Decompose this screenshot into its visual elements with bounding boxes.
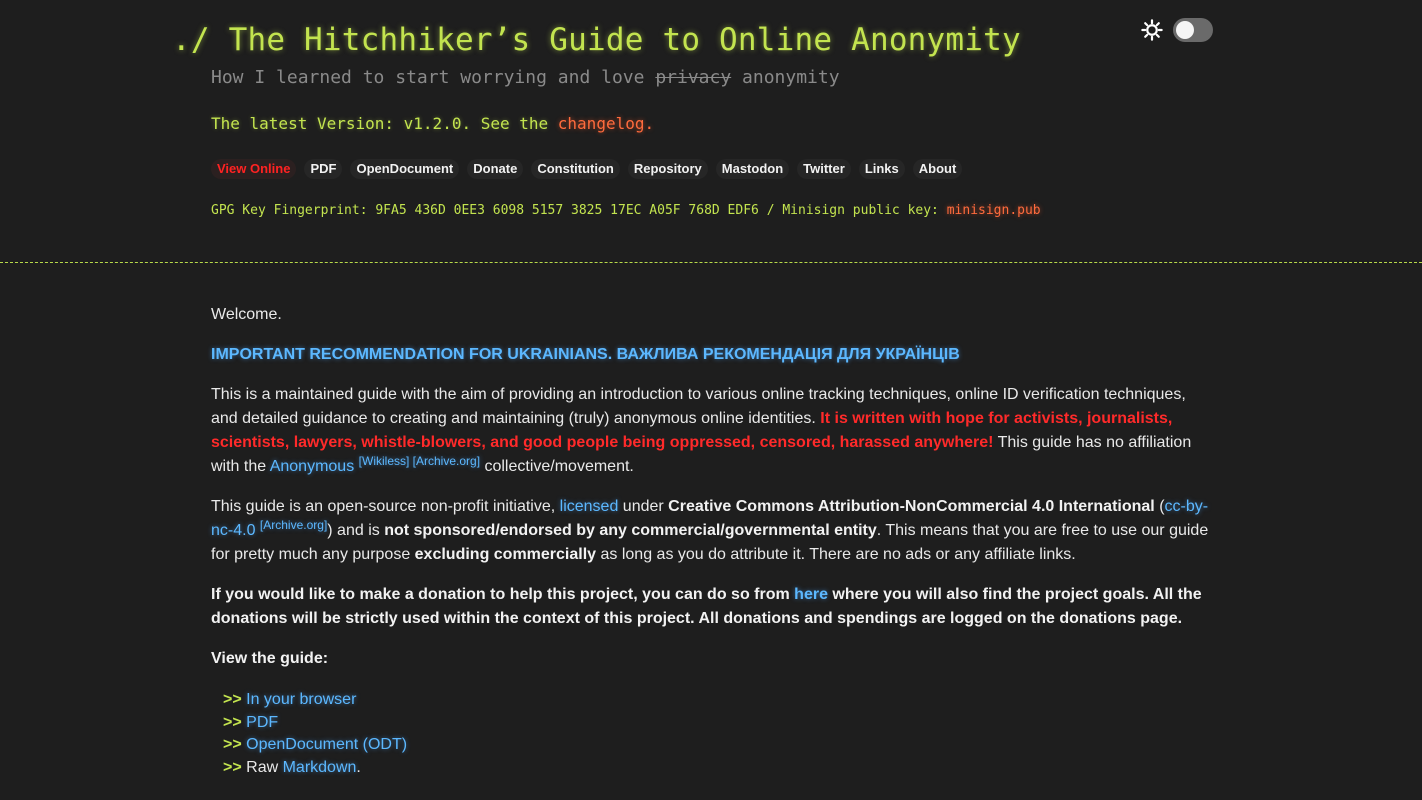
cc-archive-link[interactable]: [Archive.org] [260, 518, 327, 532]
license-text-3: ) and is [327, 522, 385, 539]
archive-link[interactable]: [Archive.org] [413, 454, 480, 468]
nav-donate[interactable]: Donate [467, 159, 524, 179]
license-text-2: under [618, 498, 669, 515]
dark-mode-switch[interactable] [1173, 18, 1213, 42]
subtitle-strikethrough: privacy [655, 67, 732, 88]
wikiless-link[interactable]: [Wikiless] [359, 454, 410, 468]
guide-formats-list: >> In your browser >> PDF >> OpenDocumen… [223, 689, 1211, 779]
switch-knob [1176, 21, 1194, 39]
licensed-link[interactable]: licensed [560, 498, 619, 515]
nav-links[interactable]: Links [858, 159, 905, 179]
license-name: Creative Commons Attribution-NonCommerci… [668, 498, 1155, 515]
arrow-icon: >> [223, 691, 242, 708]
nav-twitter[interactable]: Twitter [797, 159, 851, 179]
license-text-5: as long as you do attribute it. There ar… [596, 546, 1076, 563]
gpg-fingerprint: GPG Key Fingerprint: 9FA5 436D 0EE3 6098… [211, 203, 1041, 218]
changelog-link[interactable]: changelog. [558, 114, 654, 133]
license-paren: ( [1154, 498, 1165, 515]
site-title[interactable]: ./ The Hitchhiker’s Guide to Online Anon… [172, 22, 1021, 58]
guide-odt-link[interactable]: OpenDocument (ODT) [246, 736, 407, 753]
intro-paragraph: This is a maintained guide with the aim … [211, 383, 1211, 479]
nav-constitution[interactable]: Constitution [531, 159, 620, 179]
site-subtitle: How I learned to start worrying and love… [211, 67, 840, 88]
theme-toggle[interactable] [1141, 18, 1213, 42]
anonymous-link[interactable]: Anonymous [270, 458, 355, 475]
period-text: . [356, 758, 361, 776]
list-item: >> PDF [223, 712, 1211, 735]
subtitle-text-end: anonymity [731, 67, 840, 88]
arrow-icon: >> [223, 713, 242, 731]
guide-pdf-link[interactable]: PDF [246, 714, 278, 731]
arrow-icon: >> [223, 758, 242, 776]
donation-paragraph: If you would like to make a donation to … [211, 583, 1211, 631]
donation-text: If you would like to make a donation to … [211, 586, 795, 603]
nav-mastodon[interactable]: Mastodon [715, 159, 790, 179]
nav-view-online[interactable]: View Online [211, 159, 297, 179]
ukraine-recommendation-link[interactable]: IMPORTANT RECOMMENDATION FOR UKRAINIANS.… [211, 346, 960, 363]
nav-pdf[interactable]: PDF [304, 159, 343, 179]
nav-repository[interactable]: Repository [627, 159, 708, 179]
guide-browser-link[interactable]: In your browser [246, 691, 356, 708]
view-guide-heading: View the guide: [211, 650, 329, 667]
arrow-icon: >> [223, 736, 242, 753]
minisign-link[interactable]: minisign.pub [947, 203, 1041, 218]
welcome-text: Welcome. [211, 306, 282, 323]
raw-text: Raw [246, 758, 283, 776]
site-header: ./ The Hitchhiker’s Guide to Online Anon… [0, 0, 1422, 263]
gpg-text: GPG Key Fingerprint: 9FA5 436D 0EE3 6098… [211, 203, 947, 218]
license-paragraph: This guide is an open-source non-profit … [211, 495, 1211, 567]
latest-version: The latest Version: v1.2.0. See the chan… [211, 114, 654, 133]
main-nav: View Online PDF OpenDocument Donate Cons… [211, 159, 963, 179]
donate-here-link[interactable]: here [794, 586, 828, 603]
intro-text-3: collective/movement. [480, 458, 634, 475]
license-text: This guide is an open-source non-profit … [211, 498, 560, 515]
latest-version-text: The latest Version: v1.2.0. See the [211, 114, 558, 133]
excluding-commercially-text: excluding commercially [414, 546, 597, 563]
guide-markdown-link[interactable]: Markdown [283, 759, 357, 776]
nav-about[interactable]: About [912, 159, 963, 179]
sun-icon[interactable] [1141, 19, 1163, 41]
list-item: >> In your browser [223, 689, 1211, 712]
not-sponsored-text: not sponsored/endorsed by any commercial… [384, 522, 877, 539]
list-item: >> OpenDocument (ODT) [223, 734, 1211, 757]
nav-opendocument[interactable]: OpenDocument [350, 159, 460, 179]
subtitle-text: How I learned to start worrying and love [211, 67, 656, 88]
list-item: >> Raw Markdown. [223, 757, 1211, 780]
main-content: Welcome. IMPORTANT RECOMMENDATION FOR UK… [211, 303, 1211, 779]
